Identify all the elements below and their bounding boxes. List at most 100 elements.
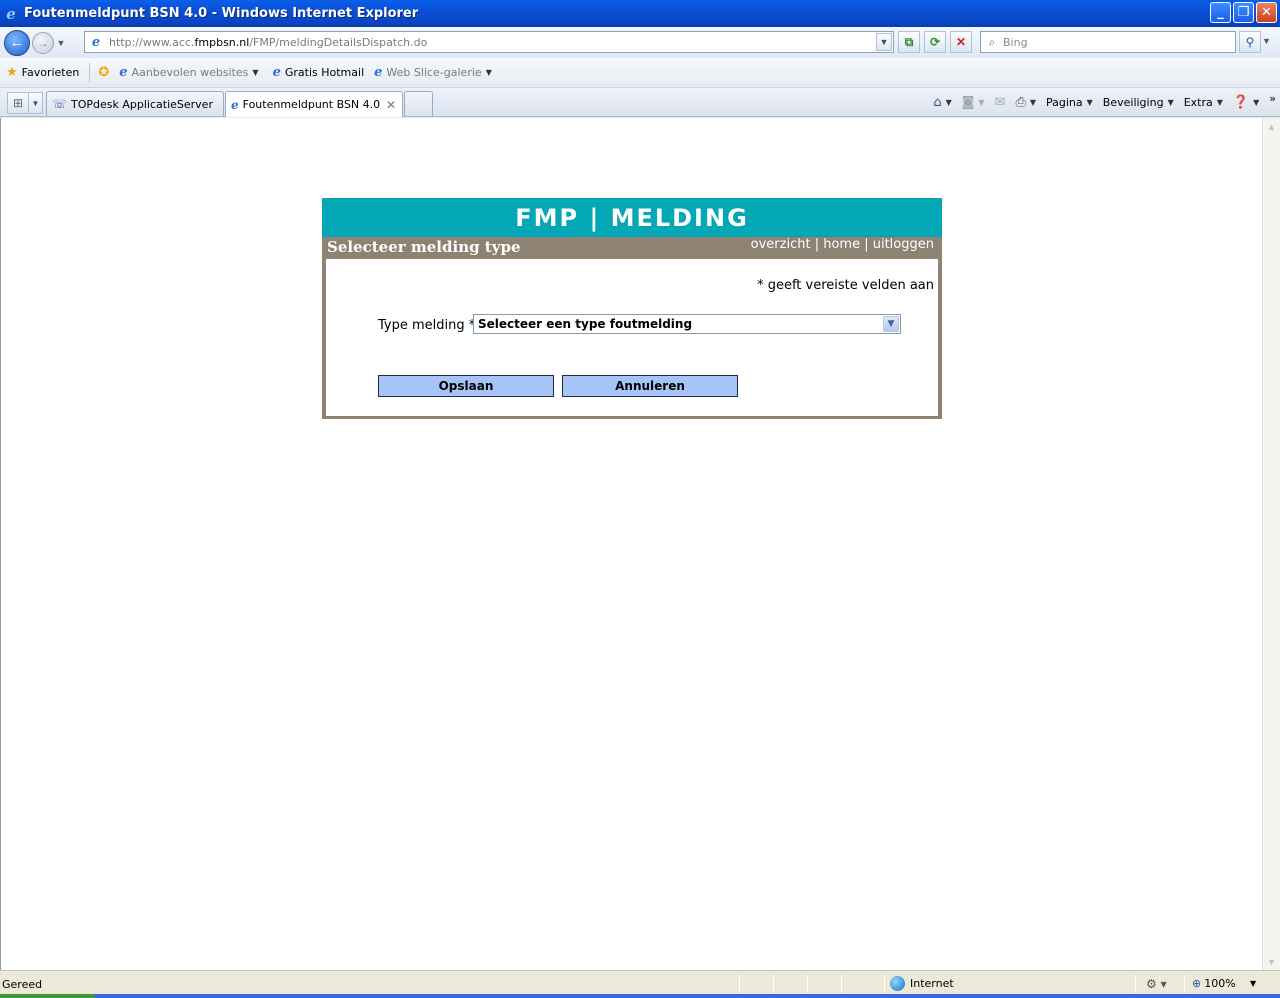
type-melding-label: Type melding * bbox=[378, 318, 476, 333]
restore-button[interactable]: ❐ bbox=[1233, 2, 1254, 23]
chevron-down-icon: ▼ bbox=[1216, 98, 1223, 107]
cancel-button[interactable]: Annuleren bbox=[562, 375, 738, 397]
fav-item-recommended[interactable]: e Aanbevolen websites ▼ bbox=[119, 65, 258, 80]
command-bar: ⌂ ▼ ◙ ▼ ✉ ⎙ ▼ Pagina ▼ Beveiliging ▼ Extra ▼ ❓… bbox=[933, 88, 1280, 117]
globe-icon bbox=[890, 976, 905, 991]
tab-foutenmeldpunt[interactable]: e Foutenmeldpunt BSN 4.0 ✕ bbox=[225, 91, 403, 117]
ie-page-icon: e bbox=[119, 65, 128, 80]
quick-tabs-button[interactable]: ⊞ ▼ bbox=[7, 92, 43, 114]
refresh-icon: ⟳ bbox=[929, 35, 941, 49]
help-icon: ❓ bbox=[1232, 95, 1250, 110]
divider bbox=[89, 62, 91, 83]
divider bbox=[1135, 975, 1136, 993]
form-body: * geeft vereiste velden aan Type melding… bbox=[326, 259, 938, 416]
divider bbox=[807, 975, 808, 993]
add-to-favorites-button[interactable]: ✪ bbox=[98, 65, 113, 80]
link-overview[interactable]: overzicht bbox=[751, 237, 811, 252]
required-fields-note: * geeft vereiste velden aan bbox=[757, 278, 934, 293]
print-button[interactable]: ⎙ ▼ bbox=[1015, 95, 1036, 110]
chevron-down-icon: ▼ bbox=[978, 98, 985, 107]
zoom-control[interactable]: ⊕ 100% bbox=[1192, 977, 1236, 990]
chevron-down-icon: ▼ bbox=[252, 68, 259, 77]
address-bar[interactable]: e http://www.acc.fmpbsn.nl/FMP/meldingDe… bbox=[84, 31, 894, 53]
divider bbox=[884, 975, 885, 993]
type-melding-select[interactable]: Selecteer een type foutmelding ▼ bbox=[473, 314, 901, 334]
refresh-button[interactable]: ⟳ bbox=[924, 31, 946, 53]
divider bbox=[739, 975, 740, 993]
page-icon: e bbox=[91, 34, 101, 50]
link-separator: | bbox=[810, 237, 824, 252]
search-icon: ⚲ bbox=[1245, 35, 1255, 49]
more-commands-button[interactable]: » bbox=[1269, 92, 1276, 105]
favorites-bar: ★ Favorieten ✪ e Aanbevolen websites ▼ e… bbox=[0, 58, 1280, 88]
minimize-button[interactable]: _ bbox=[1210, 2, 1231, 23]
page-title: Selecteer melding type bbox=[327, 238, 521, 256]
select-value: Selecteer een type foutmelding bbox=[478, 317, 693, 331]
tab-topdesk[interactable]: ☏ TOPdesk ApplicatieServer bbox=[46, 91, 224, 116]
status-text: Gereed bbox=[2, 978, 43, 991]
vertical-scrollbar[interactable]: ▲ ▼ bbox=[1262, 118, 1280, 970]
scroll-up-icon[interactable]: ▲ bbox=[1263, 118, 1280, 135]
search-box[interactable]: ⌕ Bing bbox=[980, 31, 1236, 53]
new-tab-button[interactable] bbox=[404, 91, 433, 116]
chevron-down-icon[interactable]: ▼ bbox=[883, 316, 899, 332]
navigation-bar: ← → ▼ e http://www.acc.fmpbsn.nl/FMP/mel… bbox=[0, 27, 1280, 58]
url-text[interactable]: http://www.acc.fmpbsn.nl/FMP/meldingDeta… bbox=[109, 36, 427, 49]
fav-item-label: Gratis Hotmail bbox=[284, 66, 365, 79]
fav-item-label: Aanbevolen websites bbox=[131, 66, 249, 79]
chevron-down-icon: ▼ bbox=[485, 68, 492, 77]
tab-list-dropdown[interactable]: ▼ bbox=[28, 93, 42, 113]
link-home[interactable]: home bbox=[823, 237, 860, 252]
fav-item-web-slice[interactable]: e Web Slice-galerie ▼ bbox=[374, 65, 492, 80]
zone-label: Internet bbox=[910, 977, 954, 990]
divider bbox=[1184, 975, 1185, 993]
grid-icon: ⊞ bbox=[12, 96, 24, 110]
help-button[interactable]: ❓ ▼ bbox=[1233, 95, 1259, 110]
fav-item-hotmail[interactable]: e Gratis Hotmail bbox=[273, 65, 365, 80]
tools-menu[interactable]: Extra ▼ bbox=[1184, 96, 1223, 109]
window-title-bar[interactable]: e Foutenmeldpunt BSN 4.0 - Windows Inter… bbox=[0, 0, 1280, 27]
panel-header: FMP | MELDING bbox=[322, 198, 942, 237]
tools-menu-label: Extra bbox=[1183, 96, 1213, 109]
favorites-button[interactable]: ★ Favorieten bbox=[6, 65, 79, 80]
home-icon: ⌂ bbox=[933, 95, 942, 110]
arrow-right-icon: → bbox=[37, 35, 49, 50]
favorites-label: Favorieten bbox=[21, 66, 80, 79]
history-dropdown[interactable]: ▼ bbox=[54, 38, 68, 48]
mail-icon: ✉ bbox=[994, 95, 1006, 110]
window-title: Foutenmeldpunt BSN 4.0 - Windows Interne… bbox=[24, 6, 419, 21]
feeds-button[interactable]: ◙ ▼ bbox=[962, 95, 985, 110]
chevron-down-icon: ▼ bbox=[1167, 98, 1174, 107]
link-logout[interactable]: uitloggen bbox=[873, 237, 934, 252]
security-menu[interactable]: Beveiliging ▼ bbox=[1103, 96, 1174, 109]
ie-page-icon: e bbox=[374, 65, 383, 80]
stop-button[interactable]: ✕ bbox=[950, 31, 972, 53]
mail-button[interactable]: ✉ bbox=[995, 95, 1006, 110]
url-domain: fmpbsn.nl bbox=[194, 35, 250, 49]
save-button[interactable]: Opslaan bbox=[378, 375, 554, 397]
page-menu-label: Pagina bbox=[1046, 96, 1083, 109]
protected-mode-icon[interactable]: ⚙ ▾ bbox=[1146, 977, 1167, 991]
url-prefix: http://www.acc. bbox=[109, 35, 195, 49]
forward-button[interactable]: → bbox=[32, 31, 54, 54]
search-button[interactable]: ⚲ bbox=[1239, 31, 1261, 53]
page-menu[interactable]: Pagina ▼ bbox=[1046, 96, 1093, 109]
link-separator: | bbox=[860, 237, 873, 252]
compatibility-view-button[interactable]: ⧉ bbox=[898, 31, 920, 53]
chevron-right-icon: » bbox=[1269, 92, 1276, 105]
chevron-down-icon[interactable]: ▼ bbox=[1250, 979, 1256, 988]
zoom-icon: ⊕ bbox=[1192, 977, 1202, 990]
home-button[interactable]: ⌂ ▼ bbox=[933, 95, 951, 110]
address-dropdown[interactable]: ▼ bbox=[876, 33, 892, 51]
back-button[interactable]: ← bbox=[4, 29, 30, 56]
compatibility-icon: ⧉ bbox=[904, 34, 914, 49]
close-window-button[interactable]: ✕ bbox=[1256, 2, 1277, 23]
url-path: /FMP/meldingDetailsDispatch.do bbox=[249, 35, 428, 49]
search-options-dropdown[interactable]: ▼ bbox=[1262, 36, 1271, 46]
chevron-down-icon: ▼ bbox=[945, 98, 952, 107]
panel-nav-links: overzicht | home | uitloggen bbox=[751, 237, 934, 252]
scroll-down-icon[interactable]: ▼ bbox=[1263, 953, 1280, 970]
close-tab-icon[interactable]: ✕ bbox=[386, 98, 396, 112]
security-zone[interactable]: Internet bbox=[890, 976, 954, 991]
divider bbox=[841, 975, 842, 993]
